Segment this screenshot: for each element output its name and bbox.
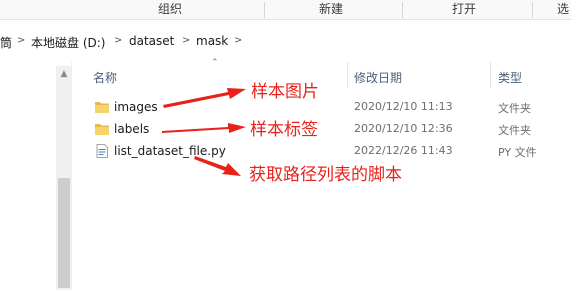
- file-type: 文件夹: [498, 124, 531, 137]
- scroll-up-arrow-icon[interactable]: ▲: [56, 68, 72, 80]
- file-type: 文件夹: [498, 102, 531, 115]
- ribbon-group-organize[interactable]: 组织: [158, 0, 182, 20]
- annotation-images-note: 样本图片: [251, 82, 319, 102]
- column-divider[interactable]: [490, 62, 491, 88]
- file-name: images: [114, 100, 158, 114]
- file-name: labels: [114, 122, 150, 136]
- breadcrumb-item[interactable]: 筒: [0, 34, 12, 51]
- folder-icon: [95, 102, 109, 113]
- breadcrumb-item-dataset[interactable]: dataset: [129, 34, 174, 48]
- ribbon-divider: [402, 2, 403, 18]
- chevron-right-icon[interactable]: >: [17, 35, 25, 46]
- column-header-name[interactable]: 名称: [93, 69, 117, 86]
- annotation-labels-note: 样本标签: [250, 120, 318, 140]
- file-row-images[interactable]: images 2020/12/10 11:13 文件夹: [88, 97, 571, 119]
- file-modified: 2022/12/26 11:43: [354, 144, 453, 157]
- sort-ascending-icon: ⌃: [211, 58, 219, 68]
- column-header-modified[interactable]: 修改日期: [354, 69, 402, 86]
- ribbon-group-open[interactable]: 打开: [452, 0, 476, 20]
- breadcrumb-item-mask[interactable]: mask: [196, 34, 228, 48]
- file-name: list_dataset_file.py: [114, 144, 226, 158]
- nav-scrollbar[interactable]: ▲: [56, 66, 72, 290]
- file-modified: 2020/12/10 11:13: [354, 100, 453, 113]
- breadcrumb-item-drive[interactable]: 本地磁盘 (D:): [31, 34, 105, 51]
- ribbon-group-new[interactable]: 新建: [319, 0, 343, 20]
- breadcrumb[interactable]: 筒 > 本地磁盘 (D:) > dataset > mask >: [0, 28, 571, 56]
- file-modified: 2020/12/10 12:36: [354, 122, 453, 135]
- column-divider[interactable]: [347, 62, 348, 88]
- python-file-icon: [96, 144, 108, 158]
- ribbon-divider: [532, 2, 533, 18]
- annotation-script-note: 获取路径列表的脚本: [249, 165, 402, 185]
- folder-icon: [95, 124, 109, 135]
- file-row-labels[interactable]: labels 2020/12/10 12:36 文件夹: [88, 119, 571, 141]
- ribbon: 组织 新建 打开 选: [0, 0, 571, 20]
- chevron-right-icon[interactable]: >: [234, 35, 242, 46]
- scrollbar-thumb[interactable]: [58, 178, 70, 288]
- chevron-right-icon[interactable]: >: [114, 35, 122, 46]
- file-type: PY 文件: [498, 146, 537, 159]
- ribbon-divider: [264, 2, 265, 18]
- column-header-type[interactable]: 类型: [498, 69, 522, 86]
- ribbon-group-select[interactable]: 选: [557, 0, 569, 20]
- chevron-right-icon[interactable]: >: [182, 35, 190, 46]
